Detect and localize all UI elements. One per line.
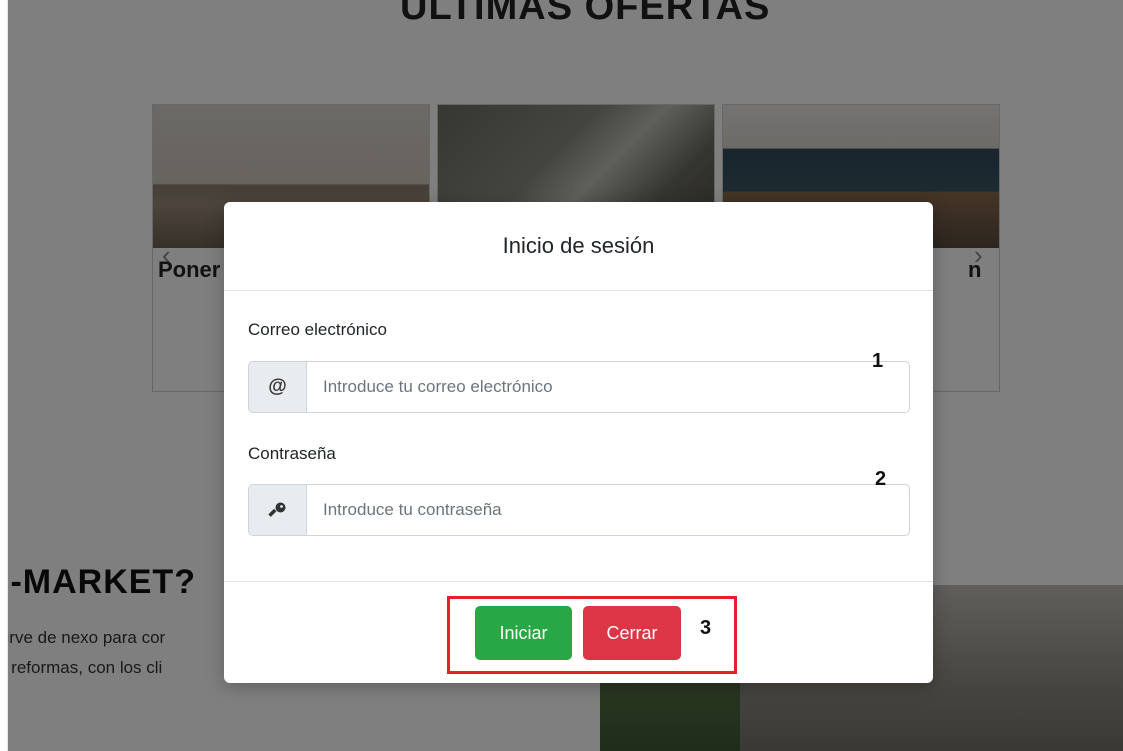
submit-button[interactable]: Iniciar bbox=[475, 606, 572, 660]
password-input-group bbox=[248, 484, 910, 536]
key-icon-svg bbox=[267, 502, 285, 517]
left-gutter bbox=[0, 0, 8, 751]
annotation-2: 2 bbox=[875, 468, 887, 490]
modal-title: Inicio de sesión bbox=[502, 233, 655, 258]
at-sign-icon: @ bbox=[248, 361, 306, 413]
modal-header: Inicio de sesión bbox=[224, 202, 933, 291]
password-field[interactable] bbox=[306, 484, 910, 536]
email-input-group: @ bbox=[248, 361, 910, 413]
close-button[interactable]: Cerrar bbox=[583, 606, 681, 660]
key-icon bbox=[248, 484, 306, 536]
email-label: Correo electrónico bbox=[248, 320, 387, 339]
email-field[interactable] bbox=[306, 361, 910, 413]
modal-footer: Iniciar Cerrar 3 bbox=[224, 581, 933, 684]
modal-body: Correo electrónico @ 1 Contraseña 2 bbox=[224, 291, 933, 581]
login-modal: Inicio de sesión Correo electrónico @ 1 … bbox=[224, 202, 933, 683]
annotation-1: 1 bbox=[872, 350, 884, 372]
annotation-3: 3 bbox=[700, 617, 712, 639]
password-label: Contraseña bbox=[248, 444, 336, 463]
